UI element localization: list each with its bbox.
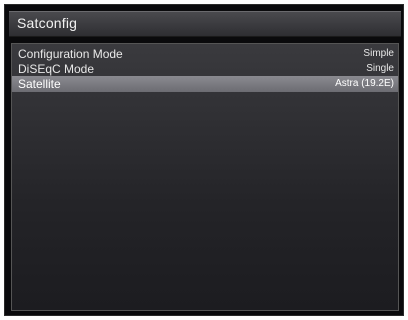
title-bar: Satconfig (9, 11, 401, 37)
config-row-diseqc-mode[interactable]: DiSEqC Mode Single (12, 61, 398, 77)
config-row-label: DiSEqC Mode (18, 62, 95, 76)
config-row-label: Configuration Mode (18, 47, 123, 61)
config-list[interactable]: Configuration Mode Simple DiSEqC Mode Si… (11, 43, 399, 311)
config-row-label: Satellite (18, 77, 61, 91)
config-row-value: Astra (19.2E) (335, 78, 394, 89)
config-row-value: Single (366, 63, 394, 74)
window-title: Satconfig (17, 15, 78, 31)
config-row-value: Simple (363, 48, 394, 59)
satconfig-screen: Satconfig Configuration Mode Simple DiSE… (4, 4, 404, 316)
config-row-satellite[interactable]: Satellite Astra (19.2E) (12, 76, 398, 92)
config-row-configuration-mode[interactable]: Configuration Mode Simple (12, 46, 398, 62)
